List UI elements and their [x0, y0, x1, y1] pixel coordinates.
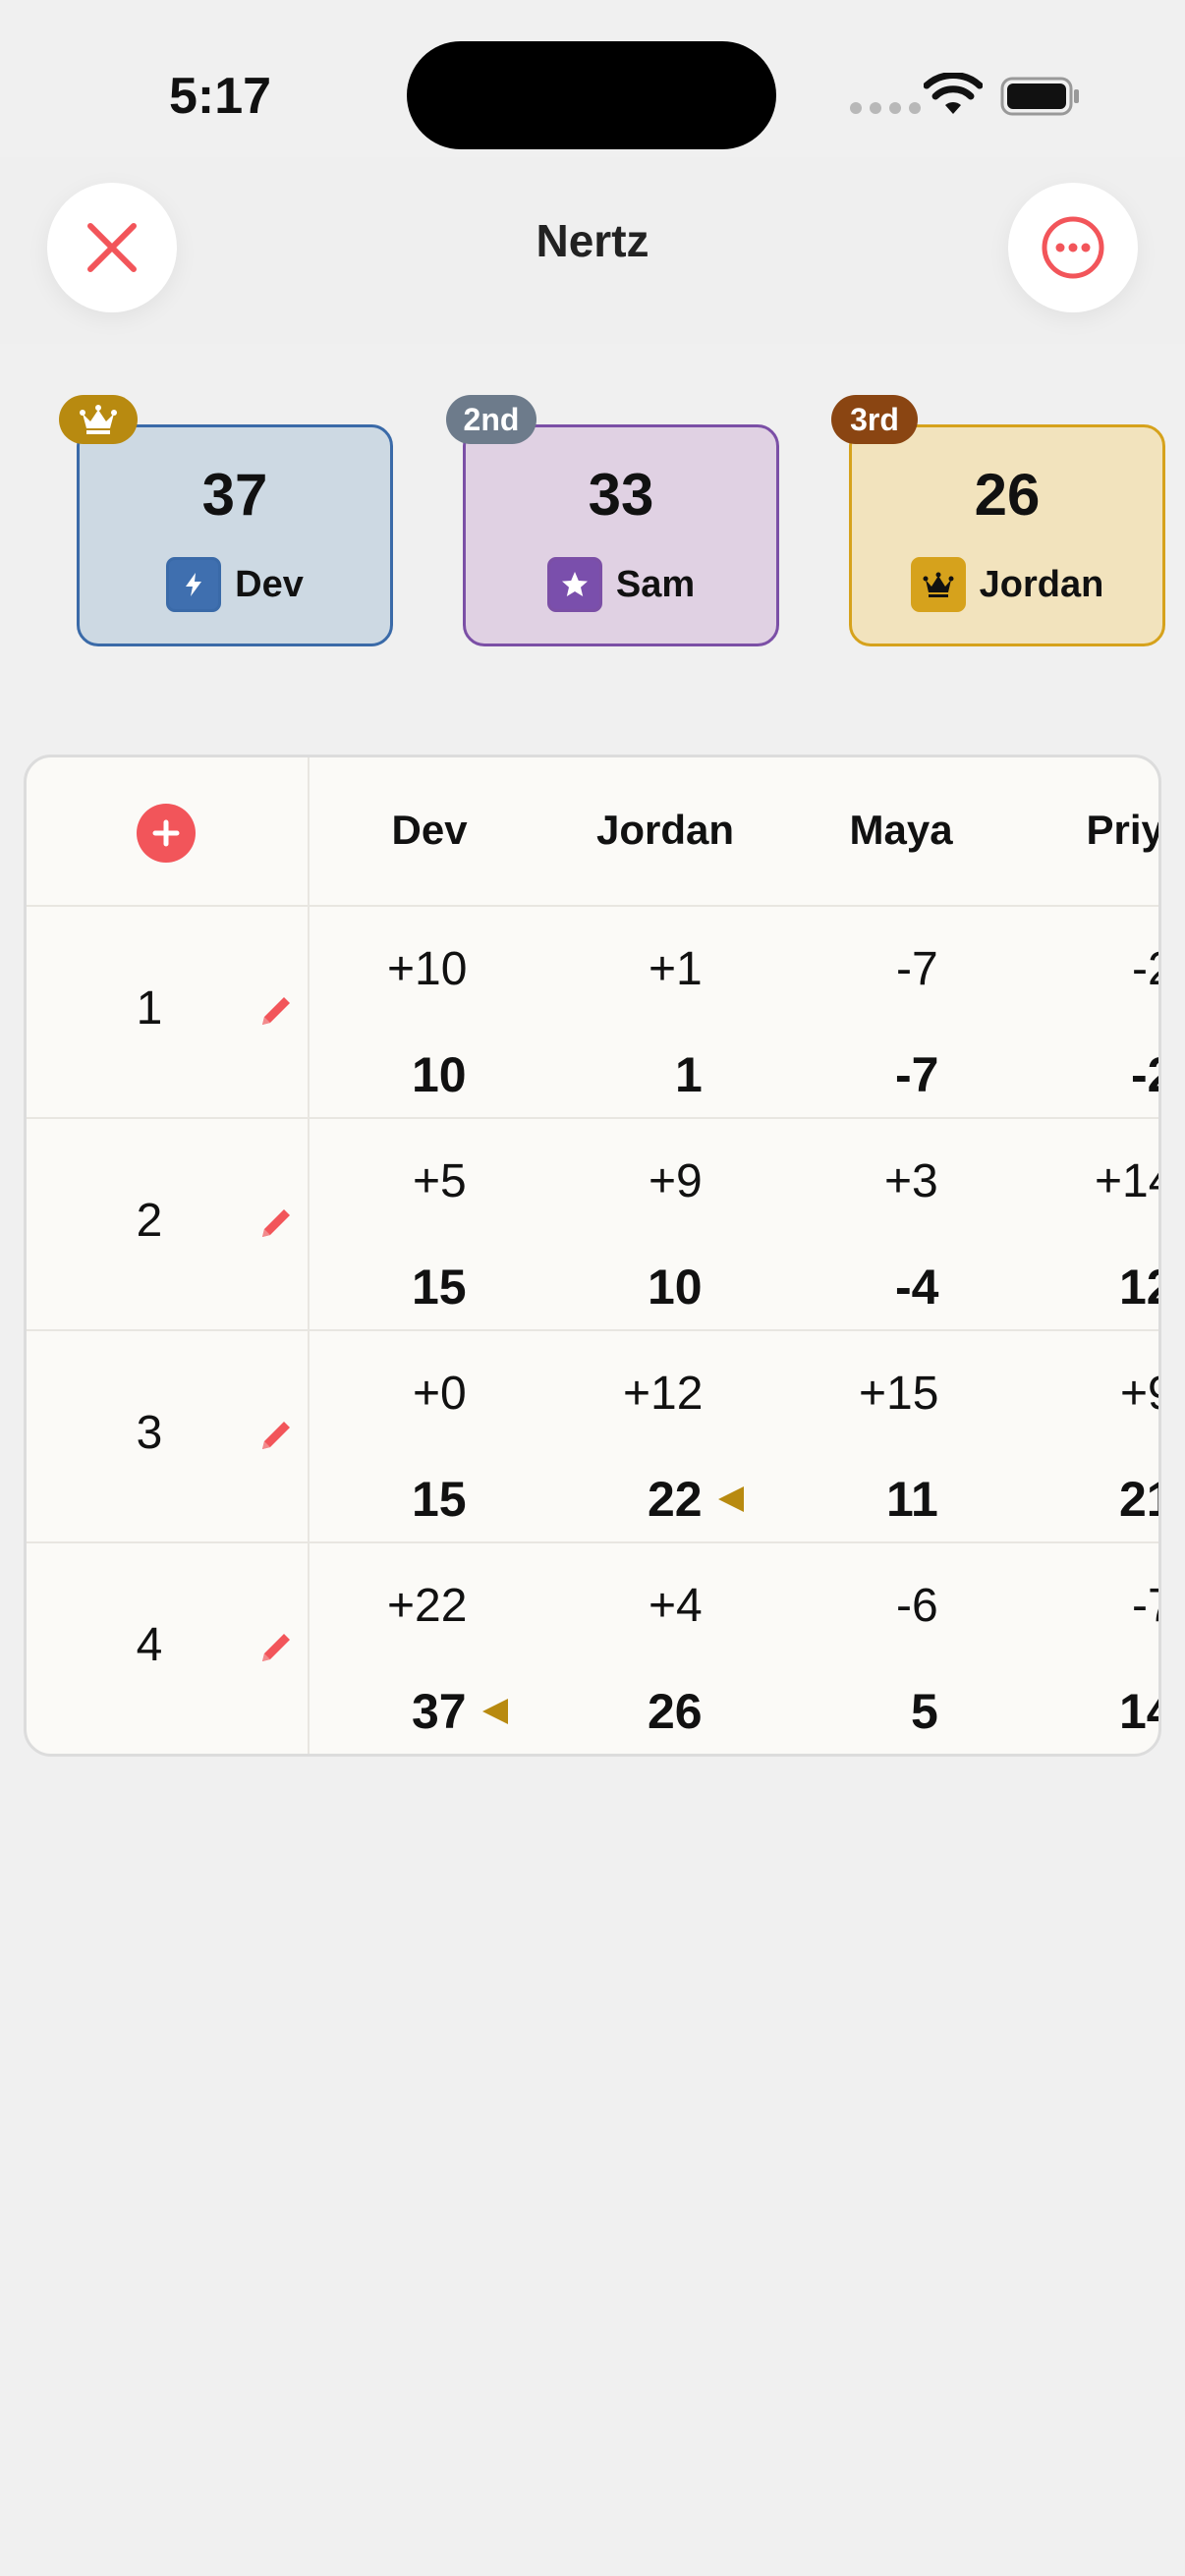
cellular-signal-icon [850, 102, 921, 114]
leaderboard-score: 33 [588, 462, 654, 528]
column-divider [308, 757, 310, 1754]
round-score-delta[interactable]: -2 [1132, 942, 1158, 996]
plus-icon [152, 819, 180, 847]
round-score-delta[interactable]: +0 [413, 1367, 467, 1421]
player-header-maya[interactable]: Maya [850, 807, 953, 854]
running-total: 21 [1119, 1472, 1158, 1527]
row-divider [27, 1117, 1158, 1119]
leaderboard-score: 26 [974, 462, 1041, 528]
round-score-delta[interactable]: +5 [413, 1154, 467, 1208]
leaderboard-player: Jordan [852, 557, 1162, 612]
round-number-label: 1 [136, 982, 163, 1035]
leaderboard-player: Dev [80, 557, 390, 612]
round-score-delta[interactable]: +1 [649, 942, 703, 996]
score-table: Dev Jordan Maya Priya 1 +10 +1 -7 -2 10 1 -7 -2 2 +5 +9… [24, 755, 1161, 1757]
round-score-delta[interactable]: +14 [1095, 1154, 1158, 1208]
running-total: 5 [911, 1684, 938, 1739]
running-total: 15 [412, 1260, 467, 1315]
status-time: 5:17 [169, 68, 272, 125]
wifi-icon [924, 73, 983, 114]
round-score-delta[interactable]: -7 [896, 942, 938, 996]
running-total: 12 [1119, 1260, 1158, 1315]
more-icon [1042, 216, 1104, 279]
star-icon [546, 557, 602, 612]
first-place-badge [59, 395, 138, 444]
running-total: -2 [1131, 1047, 1158, 1102]
row-divider [27, 1329, 1158, 1331]
round-score-delta[interactable]: +12 [623, 1367, 703, 1421]
player-header-jordan[interactable]: Jordan [596, 807, 734, 854]
edit-round-icon[interactable] [254, 1626, 298, 1669]
leaderboard-card-jordan[interactable]: 26 Jordan [849, 424, 1165, 646]
leaderboard-player-name: Dev [235, 563, 304, 605]
edit-round-icon[interactable] [254, 989, 298, 1033]
round-score-delta[interactable]: +10 [387, 942, 467, 996]
row-divider [27, 1541, 1158, 1543]
round-score-delta[interactable]: +4 [649, 1579, 703, 1633]
rank-badge: 3rd [831, 395, 918, 444]
round-number-label: 3 [136, 1407, 163, 1459]
running-total: 22 [648, 1472, 703, 1527]
round-number-label: 4 [136, 1619, 163, 1671]
running-total: 14 [1119, 1684, 1158, 1739]
lightning-icon [166, 557, 222, 612]
leaderboard-player-name: Jordan [979, 563, 1104, 605]
add-round-button[interactable] [137, 804, 196, 863]
edit-round-icon[interactable] [254, 1414, 298, 1457]
dynamic-island [407, 41, 776, 149]
round-score-delta[interactable]: -7 [1132, 1579, 1158, 1633]
running-total: 37 [412, 1684, 467, 1739]
running-total: 11 [886, 1472, 938, 1527]
running-total: 15 [412, 1472, 467, 1527]
rank-badge: 2nd [446, 395, 536, 444]
round-leader-marker [482, 1699, 508, 1724]
header-divider [27, 905, 1158, 907]
leaderboard-score: 37 [201, 462, 268, 528]
leaderboard-player-name: Sam [615, 563, 696, 605]
running-total: -7 [895, 1047, 939, 1102]
running-total: -4 [895, 1260, 939, 1315]
round-leader-marker [718, 1486, 744, 1512]
running-total: 1 [675, 1047, 703, 1102]
round-score-delta[interactable]: +9 [649, 1154, 703, 1208]
round-score-delta[interactable]: -6 [896, 1579, 938, 1633]
round-score-delta[interactable]: +9 [1120, 1367, 1158, 1421]
page-title: Nertz [536, 215, 649, 266]
running-total: 26 [648, 1684, 703, 1739]
round-number-label: 2 [136, 1195, 163, 1247]
battery-icon [1000, 77, 1079, 116]
player-header-priya[interactable]: Priya [1087, 807, 1159, 854]
player-header-dev[interactable]: Dev [392, 807, 468, 854]
crown-icon [78, 403, 119, 436]
round-score-delta[interactable]: +15 [859, 1367, 938, 1421]
leaderboard-player: Sam [466, 557, 776, 612]
round-score-delta[interactable]: +22 [387, 1579, 467, 1633]
round-score-delta[interactable]: +3 [884, 1154, 938, 1208]
running-total: 10 [648, 1260, 703, 1315]
leaderboard-card-dev[interactable]: 37 Dev [77, 424, 393, 646]
crown-icon [910, 557, 966, 612]
more-options-button[interactable] [1008, 183, 1138, 312]
running-total: 10 [412, 1047, 467, 1102]
leaderboard-card-sam[interactable]: 33 Sam [463, 424, 779, 646]
edit-round-icon[interactable] [254, 1202, 298, 1245]
